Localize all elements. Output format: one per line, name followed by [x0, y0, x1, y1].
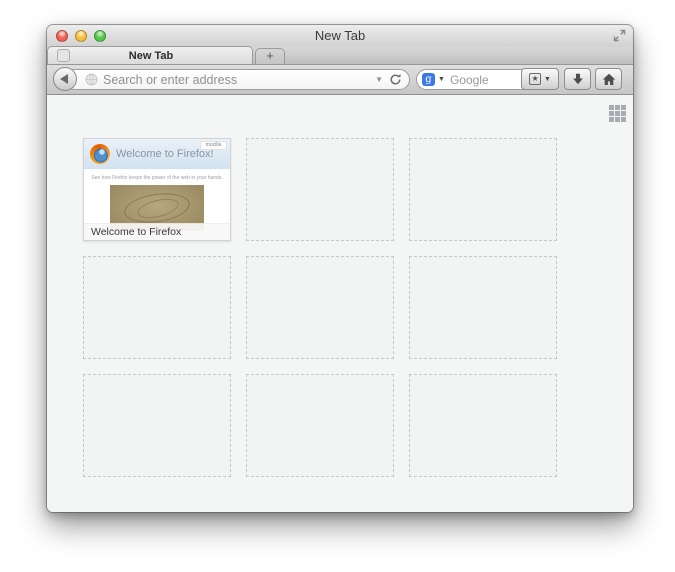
- close-window-button[interactable]: [56, 30, 68, 42]
- minimize-window-button[interactable]: [75, 30, 87, 42]
- fullscreen-icon[interactable]: [613, 29, 626, 42]
- search-engine-favicon: g: [422, 73, 435, 86]
- url-input[interactable]: [98, 73, 375, 87]
- empty-tile[interactable]: [246, 374, 394, 477]
- empty-tile[interactable]: [246, 138, 394, 241]
- new-tab-page: Welcome to Firefox! mozilla See how Fire…: [47, 95, 633, 512]
- empty-tile[interactable]: [83, 256, 231, 359]
- top-site-tile-welcome[interactable]: Welcome to Firefox! mozilla See how Fire…: [83, 138, 231, 241]
- zoom-window-button[interactable]: [94, 30, 106, 42]
- titlebar: New Tab: [47, 25, 633, 47]
- navigation-toolbar: ▼ g ▼ ★ ▼: [47, 65, 633, 95]
- search-input[interactable]: [448, 72, 521, 88]
- reload-icon[interactable]: [389, 73, 402, 86]
- home-icon: [602, 73, 616, 86]
- tab-label: New Tab: [70, 50, 232, 62]
- firefox-logo-icon: [90, 144, 110, 164]
- url-dropdown-icon[interactable]: ▼: [375, 76, 383, 84]
- search-engine-dropdown-icon[interactable]: ▼: [438, 76, 445, 83]
- thumbnail-heading: Welcome to Firefox!: [116, 148, 214, 160]
- tab-strip: New Tab +: [47, 47, 633, 65]
- home-button[interactable]: [595, 68, 622, 90]
- globe-icon: [85, 73, 98, 86]
- bookmark-star-icon: ★: [529, 73, 541, 85]
- top-sites-grid: Welcome to Firefox! mozilla See how Fire…: [83, 138, 557, 477]
- download-arrow-icon: [572, 73, 584, 85]
- url-bar[interactable]: ▼: [64, 69, 410, 90]
- grid-toggle-icon[interactable]: [609, 105, 626, 122]
- empty-tile[interactable]: [83, 374, 231, 477]
- window-title: New Tab: [47, 25, 633, 47]
- tab-favicon-placeholder-icon: [57, 49, 70, 62]
- open-new-tab-button[interactable]: +: [255, 48, 285, 64]
- empty-tile[interactable]: [409, 256, 557, 359]
- mozilla-brand-tab: mozilla: [200, 141, 227, 150]
- downloads-button[interactable]: [564, 68, 591, 90]
- browser-window: New Tab New Tab + ▼: [47, 25, 633, 512]
- thumbnail-subtext: See how Firefox keeps the power of the w…: [84, 175, 230, 181]
- back-arrow-icon: [60, 74, 68, 84]
- bookmarks-dropdown-icon: ▼: [544, 76, 551, 83]
- empty-tile[interactable]: [409, 374, 557, 477]
- tile-title: Welcome to Firefox: [84, 223, 230, 240]
- thumbnail-header: Welcome to Firefox! mozilla: [84, 139, 230, 169]
- bookmarks-button[interactable]: ★ ▼: [521, 68, 559, 90]
- back-button[interactable]: [53, 67, 77, 91]
- traffic-lights: [56, 30, 106, 42]
- empty-tile[interactable]: [409, 138, 557, 241]
- empty-tile[interactable]: [246, 256, 394, 359]
- tab-new-tab[interactable]: New Tab: [47, 46, 253, 64]
